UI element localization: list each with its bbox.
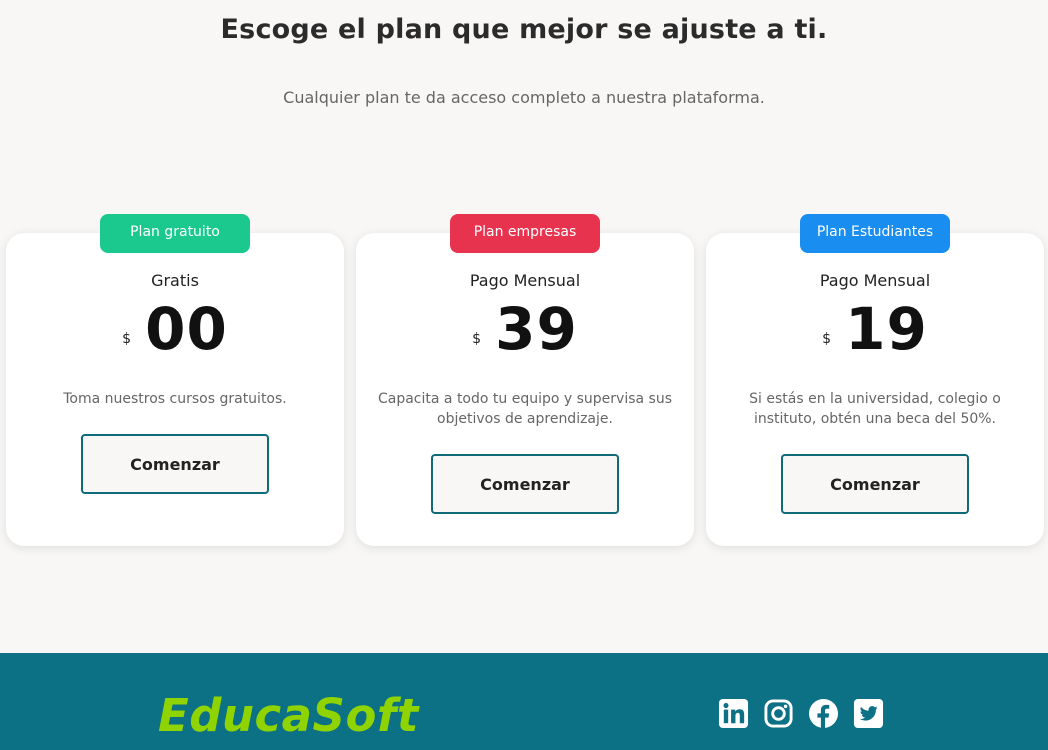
pricing-page: Escoge el plan que mejor se ajuste a ti.… (0, 0, 1048, 750)
start-button-free[interactable]: Comenzar (81, 434, 269, 494)
page-subtitle: Cualquier plan te da acceso completo a n… (283, 88, 765, 107)
start-button-business[interactable]: Comenzar (431, 454, 619, 514)
plan-card-free: Plan gratuito Gratis $00 Toma nuestros c… (6, 214, 344, 546)
plan-label: Pago Mensual (819, 271, 931, 290)
linkedin-icon[interactable] (718, 698, 749, 729)
price-amount: 00 (145, 295, 228, 363)
footer: EducaSoft (0, 653, 1048, 750)
social-links (718, 698, 884, 729)
twitter-icon[interactable] (853, 698, 884, 729)
facebook-icon[interactable] (808, 698, 839, 729)
brand-logo[interactable]: EducaSoft (158, 689, 419, 742)
plan-label: Gratis (151, 271, 199, 290)
plan-description: Capacita a todo tu equipo y supervisa su… (377, 391, 672, 427)
plan-description: Si estás en la universidad, colegio o in… (749, 391, 1001, 427)
plan-badge-free: Plan gratuito (100, 214, 250, 253)
price-row: $39 (356, 295, 694, 363)
plan-badge-students: Plan Estudiantes (800, 214, 950, 253)
plan-label: Pago Mensual (469, 271, 581, 290)
plan-card-business: Plan empresas Pago Mensual $39 Capacita … (356, 214, 694, 546)
start-button-students[interactable]: Comenzar (781, 454, 969, 514)
currency-symbol: $ (122, 331, 132, 347)
plan-badge-business: Plan empresas (450, 214, 600, 253)
currency-symbol: $ (822, 331, 832, 347)
instagram-icon[interactable] (763, 698, 794, 729)
price-amount: 19 (845, 295, 928, 363)
price-row: $00 (6, 295, 344, 363)
price-row: $19 (706, 295, 1044, 363)
plan-description: Toma nuestros cursos gratuitos. (63, 391, 287, 407)
price-amount: 39 (495, 295, 578, 363)
plan-card-students: Plan Estudiantes Pago Mensual $19 Si est… (706, 214, 1044, 546)
currency-symbol: $ (472, 331, 482, 347)
page-title: Escoge el plan que mejor se ajuste a ti. (220, 14, 828, 45)
